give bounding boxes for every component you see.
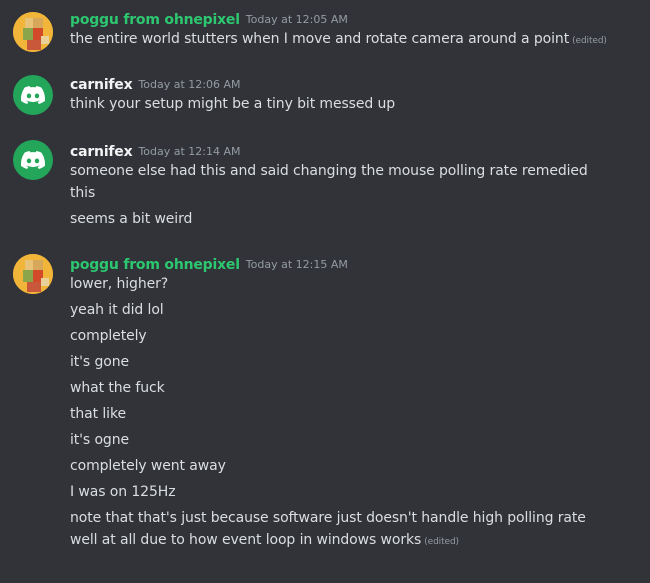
- message-text: it's gone: [70, 354, 130, 370]
- message-text: that like: [70, 406, 126, 422]
- discord-logo-icon: [21, 151, 45, 169]
- avatar[interactable]: [13, 12, 53, 52]
- avatar-pixel-block: [25, 260, 33, 270]
- avatar-pixel-block: [27, 282, 41, 292]
- username[interactable]: poggu from ohnepixel: [70, 12, 240, 28]
- avatar[interactable]: [13, 75, 53, 115]
- username[interactable]: poggu from ohnepixel: [70, 257, 240, 273]
- message-text: someone else had this and said changing …: [70, 163, 588, 179]
- message-text-content: well at all due to how event loop in win…: [70, 532, 422, 548]
- chat-message-list[interactable]: poggu from ohnepixel Today at 12:05 AM th…: [0, 0, 650, 583]
- message-text: lower, higher?: [70, 276, 169, 292]
- message-text: completely went away: [70, 458, 226, 474]
- username[interactable]: carnifex: [70, 144, 133, 160]
- message-text: seems a bit weird: [70, 211, 193, 227]
- timestamp[interactable]: Today at 12:15 AM: [246, 258, 348, 271]
- message-text: completely: [70, 328, 147, 344]
- message-header: poggu from ohnepixel Today at 12:15 AM: [70, 254, 348, 273]
- message-text: it's ogne: [70, 432, 130, 448]
- avatar-pixel-block: [41, 278, 49, 286]
- message-header: poggu from ohnepixel Today at 12:05 AM: [70, 9, 348, 28]
- avatar[interactable]: [13, 140, 53, 180]
- message-text: think your setup might be a tiny bit mes…: [70, 96, 396, 112]
- avatar-pixel-block: [23, 270, 33, 282]
- avatar[interactable]: [13, 254, 53, 294]
- message-text: I was on 125Hz: [70, 484, 176, 500]
- avatar-pixel-block: [23, 28, 33, 40]
- timestamp[interactable]: Today at 12:05 AM: [246, 13, 348, 26]
- avatar-pixel-block: [33, 18, 43, 28]
- message-text: what the fuck: [70, 380, 165, 396]
- discord-logo-icon: [21, 86, 45, 104]
- message-text: well at all due to how event loop in win…: [70, 532, 459, 548]
- message-text: this: [70, 185, 96, 201]
- message-text: the entire world stutters when I move an…: [70, 31, 607, 47]
- message-text: yeah it did lol: [70, 302, 164, 318]
- avatar-pixel-block: [33, 260, 43, 270]
- avatar-pixel-block: [41, 36, 49, 44]
- message-header: carnifex Today at 12:14 AM: [70, 141, 241, 160]
- edited-label: (edited): [572, 36, 607, 46]
- avatar-pixel-block: [25, 18, 33, 28]
- message-text: note that that's just because software j…: [70, 510, 586, 526]
- timestamp[interactable]: Today at 12:06 AM: [138, 78, 240, 91]
- edited-label: (edited): [424, 537, 459, 547]
- message-header: carnifex Today at 12:06 AM: [70, 74, 241, 93]
- timestamp[interactable]: Today at 12:14 AM: [138, 145, 240, 158]
- username[interactable]: carnifex: [70, 77, 133, 93]
- message-text-content: the entire world stutters when I move an…: [70, 31, 570, 47]
- avatar-pixel-block: [27, 40, 41, 50]
